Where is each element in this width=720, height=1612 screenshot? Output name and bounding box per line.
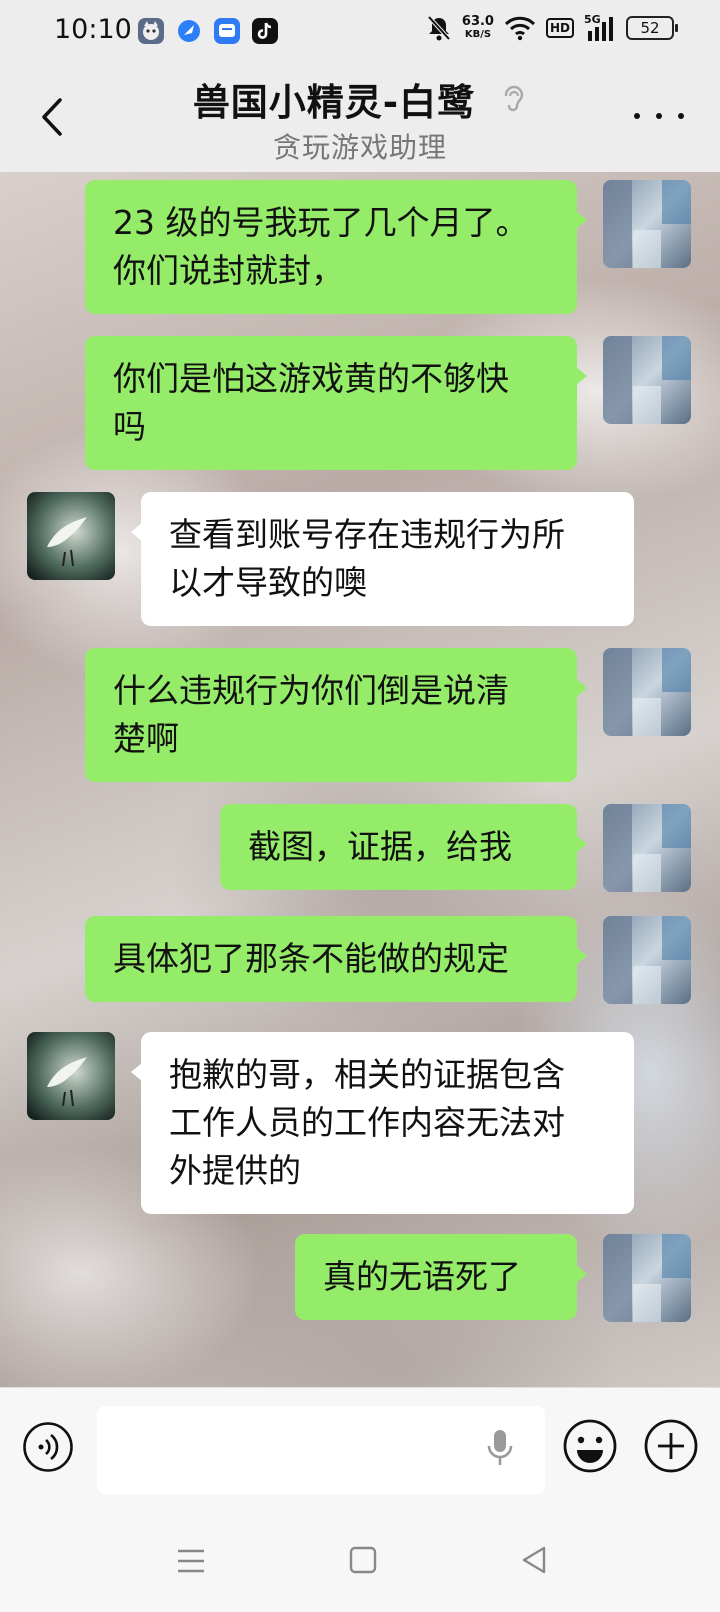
my-avatar[interactable] xyxy=(603,804,691,892)
chat-header: 兽国小精灵-白鹭 贪玩游戏助理 xyxy=(0,62,720,172)
message-text-line: 你们是怕这游戏黄的不够快 xyxy=(113,359,509,398)
message-text-line: 23 级的号我玩了几个月了。 xyxy=(113,203,529,242)
message-app-icon xyxy=(214,18,240,44)
message-text-line: 具体犯了那条不能做的规定 xyxy=(113,939,509,978)
network-speed-value: 63.0 xyxy=(461,14,494,29)
home-button[interactable] xyxy=(349,1545,377,1575)
status-time: 10:10 xyxy=(54,14,132,45)
hd-badge: HD xyxy=(545,18,574,38)
cat-app-icon xyxy=(138,18,164,44)
message-text-line: 查看到账号存在违规行为所 xyxy=(169,515,565,554)
recent-apps-button[interactable] xyxy=(175,1547,207,1575)
input-bar xyxy=(0,1387,720,1506)
chat-title: 兽国小精灵-白鹭 xyxy=(0,72,720,126)
message-text-line: 抱歉的哥，相关的证据包含 xyxy=(169,1055,565,1094)
menu-icon xyxy=(178,1549,204,1573)
message-bubble-outgoing[interactable]: 截图，证据，给我 xyxy=(220,804,587,890)
my-avatar[interactable] xyxy=(603,1234,691,1322)
mic-button[interactable] xyxy=(485,1428,515,1468)
chat-messages-area[interactable]: 23 级的号我玩了几个月了。 你们说封就封， 你们是怕这游戏黄的不够快 吗 查看… xyxy=(0,172,720,1387)
emoji-icon xyxy=(563,1419,617,1473)
message-text-line: 楚啊 xyxy=(113,719,179,758)
status-bar: 10:10 63.0 KB/S HD 5G 52 xyxy=(0,0,720,62)
message-text-line: 吗 xyxy=(113,407,146,446)
message-input[interactable] xyxy=(97,1406,545,1494)
message-bubble-outgoing[interactable]: 真的无语死了 xyxy=(295,1234,587,1320)
network-speed-unit: KB/S xyxy=(464,29,492,40)
my-avatar[interactable] xyxy=(603,648,691,736)
battery-icon: 52 xyxy=(626,16,678,40)
message-text-line: 真的无语死了 xyxy=(323,1257,521,1296)
network-speed: 63.0 KB/S xyxy=(462,15,494,41)
signal-icon: 5G xyxy=(584,13,616,41)
message-text-line: 工作人员的工作内容无法对 xyxy=(169,1103,565,1142)
more-button[interactable] xyxy=(634,106,684,126)
chat-subtitle: 贪玩游戏助理 xyxy=(272,131,447,164)
voice-mode-button[interactable] xyxy=(22,1421,74,1473)
status-right-group: 63.0 KB/S HD 5G 52 xyxy=(426,13,678,42)
plus-icon xyxy=(644,1419,698,1473)
message-bubble-outgoing[interactable]: 具体犯了那条不能做的规定 xyxy=(85,916,587,1002)
contact-avatar[interactable] xyxy=(27,492,115,580)
wifi-icon xyxy=(504,16,536,41)
blue-app-icon xyxy=(176,18,202,44)
system-back-button[interactable] xyxy=(520,1545,548,1575)
ear-icon[interactable] xyxy=(501,83,527,126)
emoji-button[interactable] xyxy=(562,1418,618,1474)
my-avatar[interactable] xyxy=(603,180,691,268)
contact-avatar[interactable] xyxy=(27,1032,115,1120)
message-text-line: 以才导致的噢 xyxy=(169,563,367,602)
more-dots-icon xyxy=(634,113,684,119)
battery-level: 52 xyxy=(640,19,660,37)
my-avatar[interactable] xyxy=(603,916,691,1004)
tiktok-icon xyxy=(252,18,278,44)
mute-icon xyxy=(427,15,451,41)
more-functions-button[interactable] xyxy=(643,1418,699,1474)
home-square-icon xyxy=(349,1546,377,1574)
message-text-line: 什么违规行为你们倒是说清 xyxy=(113,671,509,710)
voice-icon xyxy=(23,1422,73,1472)
message-text-line: 外提供的 xyxy=(169,1151,301,1190)
chat-title-text: 兽国小精灵-白鹭 xyxy=(192,81,476,124)
message-bubble-incoming[interactable]: 抱歉的哥，相关的证据包含 工作人员的工作内容无法对 外提供的 xyxy=(131,1032,634,1214)
message-bubble-outgoing[interactable]: 你们是怕这游戏黄的不够快 吗 xyxy=(85,336,587,470)
my-avatar[interactable] xyxy=(603,336,691,424)
message-bubble-incoming[interactable]: 查看到账号存在违规行为所 以才导致的噢 xyxy=(131,492,634,626)
mic-icon xyxy=(487,1430,513,1465)
message-bubble-outgoing[interactable]: 23 级的号我玩了几个月了。 你们说封就封， xyxy=(85,180,587,314)
message-text-line: 截图，证据，给我 xyxy=(248,827,512,866)
message-text-line: 你们说封就封， xyxy=(113,251,344,290)
message-bubble-outgoing[interactable]: 什么违规行为你们倒是说清 楚啊 xyxy=(85,648,587,782)
back-triangle-icon xyxy=(522,1546,546,1574)
system-nav-bar xyxy=(0,1505,720,1612)
